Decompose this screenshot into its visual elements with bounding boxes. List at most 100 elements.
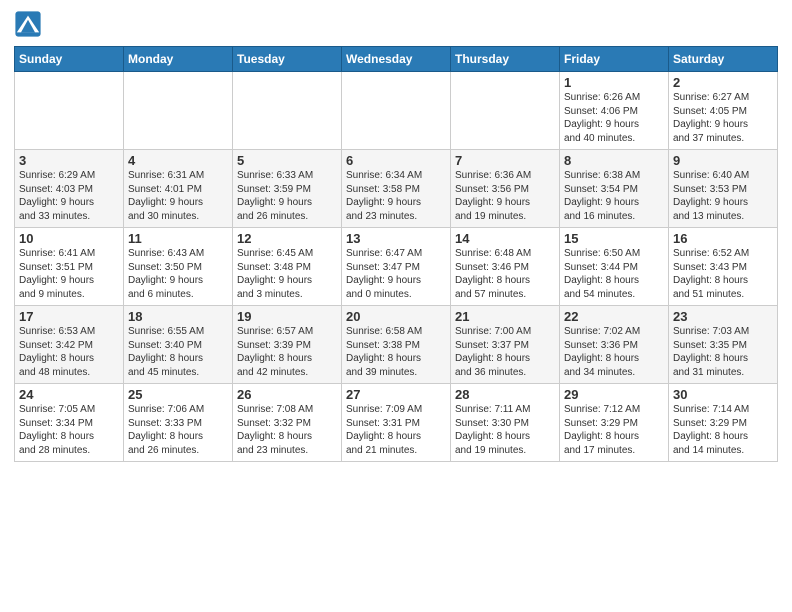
day-info: Sunrise: 6:45 AM Sunset: 3:48 PM Dayligh… — [237, 247, 337, 301]
day-number: 3 — [19, 153, 119, 168]
calendar-cell: 13Sunrise: 6:47 AM Sunset: 3:47 PM Dayli… — [342, 228, 451, 306]
calendar-cell — [233, 72, 342, 150]
calendar-week-0: 1Sunrise: 6:26 AM Sunset: 4:06 PM Daylig… — [15, 72, 778, 150]
day-number: 18 — [128, 309, 228, 324]
calendar-cell: 24Sunrise: 7:05 AM Sunset: 3:34 PM Dayli… — [15, 384, 124, 462]
calendar-week-4: 24Sunrise: 7:05 AM Sunset: 3:34 PM Dayli… — [15, 384, 778, 462]
calendar-cell: 25Sunrise: 7:06 AM Sunset: 3:33 PM Dayli… — [124, 384, 233, 462]
calendar-header-saturday: Saturday — [669, 47, 778, 72]
calendar-cell: 21Sunrise: 7:00 AM Sunset: 3:37 PM Dayli… — [451, 306, 560, 384]
day-number: 28 — [455, 387, 555, 402]
day-number: 19 — [237, 309, 337, 324]
calendar-cell: 16Sunrise: 6:52 AM Sunset: 3:43 PM Dayli… — [669, 228, 778, 306]
day-number: 24 — [19, 387, 119, 402]
day-number: 5 — [237, 153, 337, 168]
day-number: 6 — [346, 153, 446, 168]
day-info: Sunrise: 6:48 AM Sunset: 3:46 PM Dayligh… — [455, 247, 555, 301]
day-info: Sunrise: 6:53 AM Sunset: 3:42 PM Dayligh… — [19, 325, 119, 379]
calendar-cell: 4Sunrise: 6:31 AM Sunset: 4:01 PM Daylig… — [124, 150, 233, 228]
day-info: Sunrise: 7:09 AM Sunset: 3:31 PM Dayligh… — [346, 403, 446, 457]
day-number: 21 — [455, 309, 555, 324]
day-info: Sunrise: 6:40 AM Sunset: 3:53 PM Dayligh… — [673, 169, 773, 223]
calendar-header-friday: Friday — [560, 47, 669, 72]
day-info: Sunrise: 6:47 AM Sunset: 3:47 PM Dayligh… — [346, 247, 446, 301]
day-number: 11 — [128, 231, 228, 246]
calendar-cell: 12Sunrise: 6:45 AM Sunset: 3:48 PM Dayli… — [233, 228, 342, 306]
day-info: Sunrise: 7:05 AM Sunset: 3:34 PM Dayligh… — [19, 403, 119, 457]
day-number: 23 — [673, 309, 773, 324]
calendar-cell: 22Sunrise: 7:02 AM Sunset: 3:36 PM Dayli… — [560, 306, 669, 384]
calendar-header-tuesday: Tuesday — [233, 47, 342, 72]
day-number: 17 — [19, 309, 119, 324]
day-info: Sunrise: 6:27 AM Sunset: 4:05 PM Dayligh… — [673, 91, 773, 145]
day-number: 22 — [564, 309, 664, 324]
day-number: 4 — [128, 153, 228, 168]
day-info: Sunrise: 7:11 AM Sunset: 3:30 PM Dayligh… — [455, 403, 555, 457]
calendar-cell: 10Sunrise: 6:41 AM Sunset: 3:51 PM Dayli… — [15, 228, 124, 306]
day-number: 13 — [346, 231, 446, 246]
day-info: Sunrise: 6:29 AM Sunset: 4:03 PM Dayligh… — [19, 169, 119, 223]
day-info: Sunrise: 7:12 AM Sunset: 3:29 PM Dayligh… — [564, 403, 664, 457]
day-number: 12 — [237, 231, 337, 246]
day-number: 26 — [237, 387, 337, 402]
day-number: 1 — [564, 75, 664, 90]
day-number: 20 — [346, 309, 446, 324]
calendar-cell: 8Sunrise: 6:38 AM Sunset: 3:54 PM Daylig… — [560, 150, 669, 228]
day-info: Sunrise: 6:57 AM Sunset: 3:39 PM Dayligh… — [237, 325, 337, 379]
calendar-cell: 6Sunrise: 6:34 AM Sunset: 3:58 PM Daylig… — [342, 150, 451, 228]
calendar-cell: 15Sunrise: 6:50 AM Sunset: 3:44 PM Dayli… — [560, 228, 669, 306]
calendar-cell: 3Sunrise: 6:29 AM Sunset: 4:03 PM Daylig… — [15, 150, 124, 228]
day-info: Sunrise: 7:14 AM Sunset: 3:29 PM Dayligh… — [673, 403, 773, 457]
day-number: 7 — [455, 153, 555, 168]
day-number: 29 — [564, 387, 664, 402]
calendar-cell: 23Sunrise: 7:03 AM Sunset: 3:35 PM Dayli… — [669, 306, 778, 384]
calendar-week-1: 3Sunrise: 6:29 AM Sunset: 4:03 PM Daylig… — [15, 150, 778, 228]
day-info: Sunrise: 6:43 AM Sunset: 3:50 PM Dayligh… — [128, 247, 228, 301]
calendar-header-row: SundayMondayTuesdayWednesdayThursdayFrid… — [15, 47, 778, 72]
day-number: 2 — [673, 75, 773, 90]
day-info: Sunrise: 6:41 AM Sunset: 3:51 PM Dayligh… — [19, 247, 119, 301]
calendar-header-sunday: Sunday — [15, 47, 124, 72]
calendar-cell: 9Sunrise: 6:40 AM Sunset: 3:53 PM Daylig… — [669, 150, 778, 228]
day-info: Sunrise: 7:08 AM Sunset: 3:32 PM Dayligh… — [237, 403, 337, 457]
logo-icon — [14, 10, 42, 38]
day-number: 27 — [346, 387, 446, 402]
day-number: 16 — [673, 231, 773, 246]
day-number: 10 — [19, 231, 119, 246]
calendar-cell: 5Sunrise: 6:33 AM Sunset: 3:59 PM Daylig… — [233, 150, 342, 228]
calendar-cell — [451, 72, 560, 150]
day-info: Sunrise: 7:00 AM Sunset: 3:37 PM Dayligh… — [455, 325, 555, 379]
day-number: 9 — [673, 153, 773, 168]
day-info: Sunrise: 6:38 AM Sunset: 3:54 PM Dayligh… — [564, 169, 664, 223]
calendar-header-thursday: Thursday — [451, 47, 560, 72]
day-info: Sunrise: 6:58 AM Sunset: 3:38 PM Dayligh… — [346, 325, 446, 379]
day-info: Sunrise: 6:36 AM Sunset: 3:56 PM Dayligh… — [455, 169, 555, 223]
calendar-cell — [15, 72, 124, 150]
day-info: Sunrise: 6:31 AM Sunset: 4:01 PM Dayligh… — [128, 169, 228, 223]
calendar-week-3: 17Sunrise: 6:53 AM Sunset: 3:42 PM Dayli… — [15, 306, 778, 384]
calendar-week-2: 10Sunrise: 6:41 AM Sunset: 3:51 PM Dayli… — [15, 228, 778, 306]
logo — [14, 10, 46, 38]
calendar-cell: 19Sunrise: 6:57 AM Sunset: 3:39 PM Dayli… — [233, 306, 342, 384]
calendar-header-monday: Monday — [124, 47, 233, 72]
calendar-cell: 17Sunrise: 6:53 AM Sunset: 3:42 PM Dayli… — [15, 306, 124, 384]
calendar-cell: 26Sunrise: 7:08 AM Sunset: 3:32 PM Dayli… — [233, 384, 342, 462]
calendar-cell: 2Sunrise: 6:27 AM Sunset: 4:05 PM Daylig… — [669, 72, 778, 150]
day-info: Sunrise: 6:33 AM Sunset: 3:59 PM Dayligh… — [237, 169, 337, 223]
day-info: Sunrise: 7:06 AM Sunset: 3:33 PM Dayligh… — [128, 403, 228, 457]
calendar-cell: 14Sunrise: 6:48 AM Sunset: 3:46 PM Dayli… — [451, 228, 560, 306]
day-info: Sunrise: 6:34 AM Sunset: 3:58 PM Dayligh… — [346, 169, 446, 223]
day-number: 8 — [564, 153, 664, 168]
day-info: Sunrise: 7:02 AM Sunset: 3:36 PM Dayligh… — [564, 325, 664, 379]
calendar-cell — [124, 72, 233, 150]
day-info: Sunrise: 6:52 AM Sunset: 3:43 PM Dayligh… — [673, 247, 773, 301]
day-number: 25 — [128, 387, 228, 402]
calendar-cell: 18Sunrise: 6:55 AM Sunset: 3:40 PM Dayli… — [124, 306, 233, 384]
calendar-header-wednesday: Wednesday — [342, 47, 451, 72]
day-number: 30 — [673, 387, 773, 402]
calendar-cell: 11Sunrise: 6:43 AM Sunset: 3:50 PM Dayli… — [124, 228, 233, 306]
calendar-cell — [342, 72, 451, 150]
calendar-cell: 1Sunrise: 6:26 AM Sunset: 4:06 PM Daylig… — [560, 72, 669, 150]
calendar-cell: 28Sunrise: 7:11 AM Sunset: 3:30 PM Dayli… — [451, 384, 560, 462]
day-info: Sunrise: 6:26 AM Sunset: 4:06 PM Dayligh… — [564, 91, 664, 145]
